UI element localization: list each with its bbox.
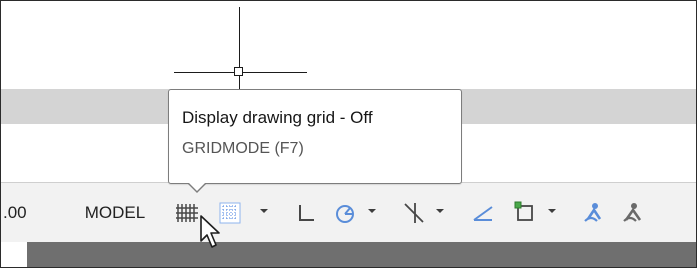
object-snap-tracking-button[interactable] <box>399 193 429 233</box>
chevron-down-icon <box>366 204 378 222</box>
isometric-drafting-icon <box>469 199 497 227</box>
tooltip-pointer-fill <box>188 182 206 191</box>
grid-display-tooltip: Display drawing grid - Off GRIDMODE (F7) <box>168 89 462 193</box>
selection-cycling-button[interactable] <box>511 193 541 233</box>
object-snap-tracking-dropdown[interactable] <box>433 200 447 226</box>
mouse-cursor-icon <box>199 214 223 255</box>
grid-display-icon <box>174 200 200 226</box>
polar-tracking-button[interactable] <box>331 193 361 233</box>
annotation-visibility-button[interactable] <box>579 193 609 233</box>
coordinate-display[interactable]: .00 <box>3 183 59 243</box>
ortho-button[interactable] <box>291 193 321 233</box>
grid-display-button[interactable] <box>172 193 202 233</box>
tooltip-title: Display drawing grid - Off <box>182 108 373 127</box>
application-frame: .00 MODEL Display drawing grid - Off GRI… <box>0 0 697 268</box>
status-bar: .00 MODEL <box>1 182 696 243</box>
chevron-down-icon <box>258 204 270 222</box>
snap-mode-dropdown[interactable] <box>257 200 271 226</box>
model-space-button[interactable]: MODEL <box>68 183 162 243</box>
polar-tracking-icon <box>332 199 360 227</box>
crosshair-pickbox <box>234 67 243 76</box>
annotation-scale-button[interactable] <box>618 193 648 233</box>
chevron-down-icon <box>546 204 558 222</box>
tooltip-subtitle: GRIDMODE (F7) <box>182 140 304 157</box>
selection-cycling-dropdown[interactable] <box>545 200 559 226</box>
drawing-canvas[interactable] <box>1 1 696 107</box>
object-snap-tracking-icon <box>400 199 428 227</box>
chevron-down-icon <box>434 204 446 222</box>
ortho-icon <box>293 200 319 226</box>
annotation-scale-icon <box>618 198 648 228</box>
isometric-drafting-button[interactable] <box>468 193 498 233</box>
polar-tracking-dropdown[interactable] <box>365 200 379 226</box>
selection-cycling-icon <box>512 199 540 227</box>
bottom-shadow-band <box>27 242 696 267</box>
annotation-visibility-icon <box>579 198 609 228</box>
